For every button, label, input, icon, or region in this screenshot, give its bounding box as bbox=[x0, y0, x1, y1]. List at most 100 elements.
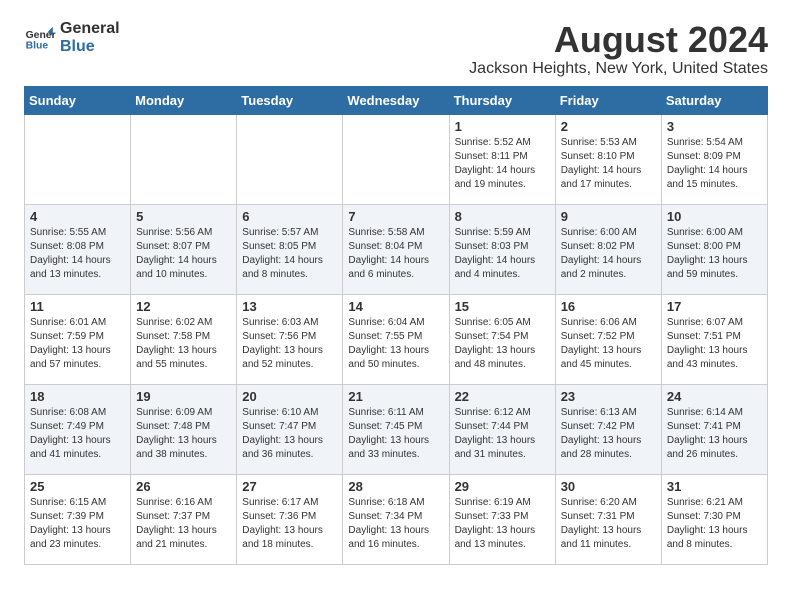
day-info: Sunrise: 6:00 AM Sunset: 8:00 PM Dayligh… bbox=[667, 226, 762, 282]
day-number: 20 bbox=[242, 389, 337, 404]
day-cell: 21 Sunrise: 6:11 AM Sunset: 7:45 PM Dayli… bbox=[343, 384, 449, 474]
day-number: 26 bbox=[136, 479, 231, 494]
logo-blue-text: Blue bbox=[60, 38, 120, 56]
day-cell bbox=[343, 114, 449, 204]
day-number: 2 bbox=[561, 119, 656, 134]
day-cell: 16Sunrise: 6:06 AM Sunset: 7:52 PM Dayli… bbox=[555, 294, 661, 384]
day-number: 27 bbox=[242, 479, 337, 494]
title-block: August 2024 Jackson Heights, New York, U… bbox=[469, 20, 768, 78]
day-cell: 7Sunrise: 5:58 AM Sunset: 8:04 PM Daylig… bbox=[343, 204, 449, 294]
day-number: 11 bbox=[30, 299, 125, 314]
day-number: 28 bbox=[348, 479, 443, 494]
day-cell: 31 Sunrise: 6:21 AM Sunset: 7:30 PM Dayli… bbox=[661, 474, 767, 564]
day-number: 12 bbox=[136, 299, 231, 314]
logo: General Blue General Blue bbox=[24, 20, 120, 55]
day-cell: 24 Sunrise: 6:14 AM Sunset: 7:41 PM Dayli… bbox=[661, 384, 767, 474]
day-cell: 12 Sunrise: 6:02 AM Sunset: 7:58 PM Dayli… bbox=[131, 294, 237, 384]
day-cell: 22 Sunrise: 6:12 AM Sunset: 7:44 PM Dayli… bbox=[449, 384, 555, 474]
day-number: 8 bbox=[455, 209, 550, 224]
day-cell: 13Sunrise: 6:03 AM Sunset: 7:56 PM Dayli… bbox=[237, 294, 343, 384]
day-info: Sunrise: 6:13 AM Sunset: 7:42 PM Dayligh… bbox=[561, 406, 656, 462]
day-info: Sunrise: 6:12 AM Sunset: 7:44 PM Dayligh… bbox=[455, 406, 550, 462]
day-info: Sunrise: 6:20 AM Sunset: 7:31 PM Dayligh… bbox=[561, 496, 656, 552]
day-info: Sunrise: 6:11 AM Sunset: 7:45 PM Dayligh… bbox=[348, 406, 443, 462]
logo-icon: General Blue bbox=[24, 22, 56, 54]
page-header: General Blue General Blue August 2024 Ja… bbox=[24, 20, 768, 78]
header-sunday: Sunday bbox=[25, 86, 131, 114]
logo-general-text: General bbox=[60, 20, 120, 38]
day-info: Sunrise: 6:19 AM Sunset: 7:33 PM Dayligh… bbox=[455, 496, 550, 552]
day-number: 31 bbox=[667, 479, 762, 494]
day-cell: 23 Sunrise: 6:13 AM Sunset: 7:42 PM Dayli… bbox=[555, 384, 661, 474]
day-info: Sunrise: 6:21 AM Sunset: 7:30 PM Dayligh… bbox=[667, 496, 762, 552]
day-info: Sunrise: 6:09 AM Sunset: 7:48 PM Dayligh… bbox=[136, 406, 231, 462]
day-info: Sunrise: 5:52 AM Sunset: 8:11 PM Dayligh… bbox=[455, 136, 550, 192]
day-cell: 2 Sunrise: 5:53 AM Sunset: 8:10 PM Daylig… bbox=[555, 114, 661, 204]
day-info: Sunrise: 5:57 AM Sunset: 8:05 PM Dayligh… bbox=[242, 226, 337, 282]
day-cell: 19Sunrise: 6:09 AM Sunset: 7:48 PM Dayli… bbox=[131, 384, 237, 474]
day-number: 24 bbox=[667, 389, 762, 404]
day-cell: 18Sunrise: 6:08 AM Sunset: 7:49 PM Dayli… bbox=[25, 384, 131, 474]
week-row-4: 18Sunrise: 6:08 AM Sunset: 7:49 PM Dayli… bbox=[25, 384, 768, 474]
day-info: Sunrise: 6:08 AM Sunset: 7:49 PM Dayligh… bbox=[30, 406, 125, 462]
day-cell: 14 Sunrise: 6:04 AM Sunset: 7:55 PM Dayli… bbox=[343, 294, 449, 384]
day-number: 3 bbox=[667, 119, 762, 134]
day-info: Sunrise: 6:04 AM Sunset: 7:55 PM Dayligh… bbox=[348, 316, 443, 372]
day-info: Sunrise: 6:10 AM Sunset: 7:47 PM Dayligh… bbox=[242, 406, 337, 462]
week-row-2: 4Sunrise: 5:55 AM Sunset: 8:08 PM Daylig… bbox=[25, 204, 768, 294]
day-number: 21 bbox=[348, 389, 443, 404]
day-info: Sunrise: 5:59 AM Sunset: 8:03 PM Dayligh… bbox=[455, 226, 550, 282]
day-number: 23 bbox=[561, 389, 656, 404]
day-info: Sunrise: 6:18 AM Sunset: 7:34 PM Dayligh… bbox=[348, 496, 443, 552]
day-number: 14 bbox=[348, 299, 443, 314]
day-info: Sunrise: 6:15 AM Sunset: 7:39 PM Dayligh… bbox=[30, 496, 125, 552]
week-row-1: 1 Sunrise: 5:52 AM Sunset: 8:11 PM Daylig… bbox=[25, 114, 768, 204]
day-cell: 10 Sunrise: 6:00 AM Sunset: 8:00 PM Dayli… bbox=[661, 204, 767, 294]
day-number: 25 bbox=[30, 479, 125, 494]
day-number: 29 bbox=[455, 479, 550, 494]
day-cell bbox=[237, 114, 343, 204]
day-info: Sunrise: 6:16 AM Sunset: 7:37 PM Dayligh… bbox=[136, 496, 231, 552]
day-number: 16 bbox=[561, 299, 656, 314]
month-title: August 2024 bbox=[469, 20, 768, 60]
day-cell: 15 Sunrise: 6:05 AM Sunset: 7:54 PM Dayli… bbox=[449, 294, 555, 384]
day-info: Sunrise: 6:05 AM Sunset: 7:54 PM Dayligh… bbox=[455, 316, 550, 372]
day-cell bbox=[131, 114, 237, 204]
header-friday: Friday bbox=[555, 86, 661, 114]
day-number: 4 bbox=[30, 209, 125, 224]
day-number: 5 bbox=[136, 209, 231, 224]
day-number: 30 bbox=[561, 479, 656, 494]
day-number: 13 bbox=[242, 299, 337, 314]
day-cell: 11 Sunrise: 6:01 AM Sunset: 7:59 PM Dayli… bbox=[25, 294, 131, 384]
day-cell: 25 Sunrise: 6:15 AM Sunset: 7:39 PM Dayli… bbox=[25, 474, 131, 564]
header-tuesday: Tuesday bbox=[237, 86, 343, 114]
day-cell: 28 Sunrise: 6:18 AM Sunset: 7:34 PM Dayli… bbox=[343, 474, 449, 564]
day-info: Sunrise: 6:02 AM Sunset: 7:58 PM Dayligh… bbox=[136, 316, 231, 372]
day-number: 22 bbox=[455, 389, 550, 404]
day-cell: 5 Sunrise: 5:56 AM Sunset: 8:07 PM Daylig… bbox=[131, 204, 237, 294]
day-info: Sunrise: 6:01 AM Sunset: 7:59 PM Dayligh… bbox=[30, 316, 125, 372]
day-info: Sunrise: 5:53 AM Sunset: 8:10 PM Dayligh… bbox=[561, 136, 656, 192]
day-info: Sunrise: 6:14 AM Sunset: 7:41 PM Dayligh… bbox=[667, 406, 762, 462]
day-number: 6 bbox=[242, 209, 337, 224]
day-cell: 8 Sunrise: 5:59 AM Sunset: 8:03 PM Daylig… bbox=[449, 204, 555, 294]
day-cell: 29 Sunrise: 6:19 AM Sunset: 7:33 PM Dayli… bbox=[449, 474, 555, 564]
day-info: Sunrise: 6:07 AM Sunset: 7:51 PM Dayligh… bbox=[667, 316, 762, 372]
day-info: Sunrise: 5:56 AM Sunset: 8:07 PM Dayligh… bbox=[136, 226, 231, 282]
header-saturday: Saturday bbox=[661, 86, 767, 114]
day-cell: 1 Sunrise: 5:52 AM Sunset: 8:11 PM Daylig… bbox=[449, 114, 555, 204]
day-cell: 6 Sunrise: 5:57 AM Sunset: 8:05 PM Daylig… bbox=[237, 204, 343, 294]
day-number: 10 bbox=[667, 209, 762, 224]
day-cell: 3Sunrise: 5:54 AM Sunset: 8:09 PM Daylig… bbox=[661, 114, 767, 204]
day-info: Sunrise: 6:00 AM Sunset: 8:02 PM Dayligh… bbox=[561, 226, 656, 282]
header-thursday: Thursday bbox=[449, 86, 555, 114]
calendar-header-row: SundayMondayTuesdayWednesdayThursdayFrid… bbox=[25, 86, 768, 114]
header-monday: Monday bbox=[131, 86, 237, 114]
day-cell: 30 Sunrise: 6:20 AM Sunset: 7:31 PM Dayli… bbox=[555, 474, 661, 564]
location-title: Jackson Heights, New York, United States bbox=[469, 60, 768, 78]
day-cell: 20 Sunrise: 6:10 AM Sunset: 7:47 PM Dayli… bbox=[237, 384, 343, 474]
day-number: 1 bbox=[455, 119, 550, 134]
day-number: 15 bbox=[455, 299, 550, 314]
svg-text:Blue: Blue bbox=[26, 40, 49, 51]
day-number: 7 bbox=[348, 209, 443, 224]
